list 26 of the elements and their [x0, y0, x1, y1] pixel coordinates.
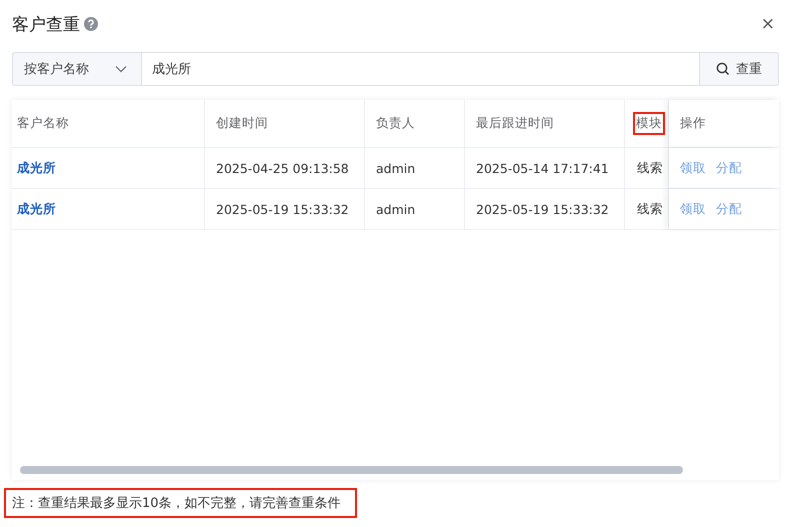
table-cell: 2025-04-25 09:13:58: [216, 160, 349, 176]
column-header: 客户名称: [16, 114, 70, 132]
customer-name-link[interactable]: 成光所: [17, 160, 56, 176]
table-cell: 2025-05-19 15:33:32: [476, 202, 609, 216]
table-cell: 2025-05-14 17:17:41: [476, 160, 609, 176]
table-cell: 2025-05-19 15:33:32: [216, 202, 349, 216]
column-header: 模块: [633, 112, 665, 135]
search-icon: [716, 62, 730, 76]
dialog-title: 客户查重: [12, 14, 80, 36]
search-mode-dropdown[interactable]: 按客户名称: [12, 52, 142, 86]
check-duplicate-button[interactable]: 查重: [699, 52, 779, 86]
column-header: 操作: [679, 114, 707, 132]
customer-name-link[interactable]: 成光所: [17, 200, 56, 218]
help-icon[interactable]: [84, 17, 98, 31]
table-cell: admin: [376, 160, 416, 176]
horizontal-scrollbar[interactable]: [20, 466, 683, 474]
column-header: 最后跟进时间: [475, 114, 555, 132]
table-cell: admin: [376, 202, 416, 216]
close-button[interactable]: ×: [760, 14, 775, 34]
chevron-down-icon: [115, 65, 127, 73]
table-cell: 线索: [637, 160, 663, 176]
column-header: 负责人: [375, 114, 416, 132]
column-header: 创建时间: [215, 114, 269, 132]
search-input[interactable]: 成光所: [142, 52, 699, 86]
note-text: 注：查重结果最多显示10条，如不完整，请完善查重条件: [4, 488, 357, 518]
table-cell: 线索: [637, 200, 663, 218]
